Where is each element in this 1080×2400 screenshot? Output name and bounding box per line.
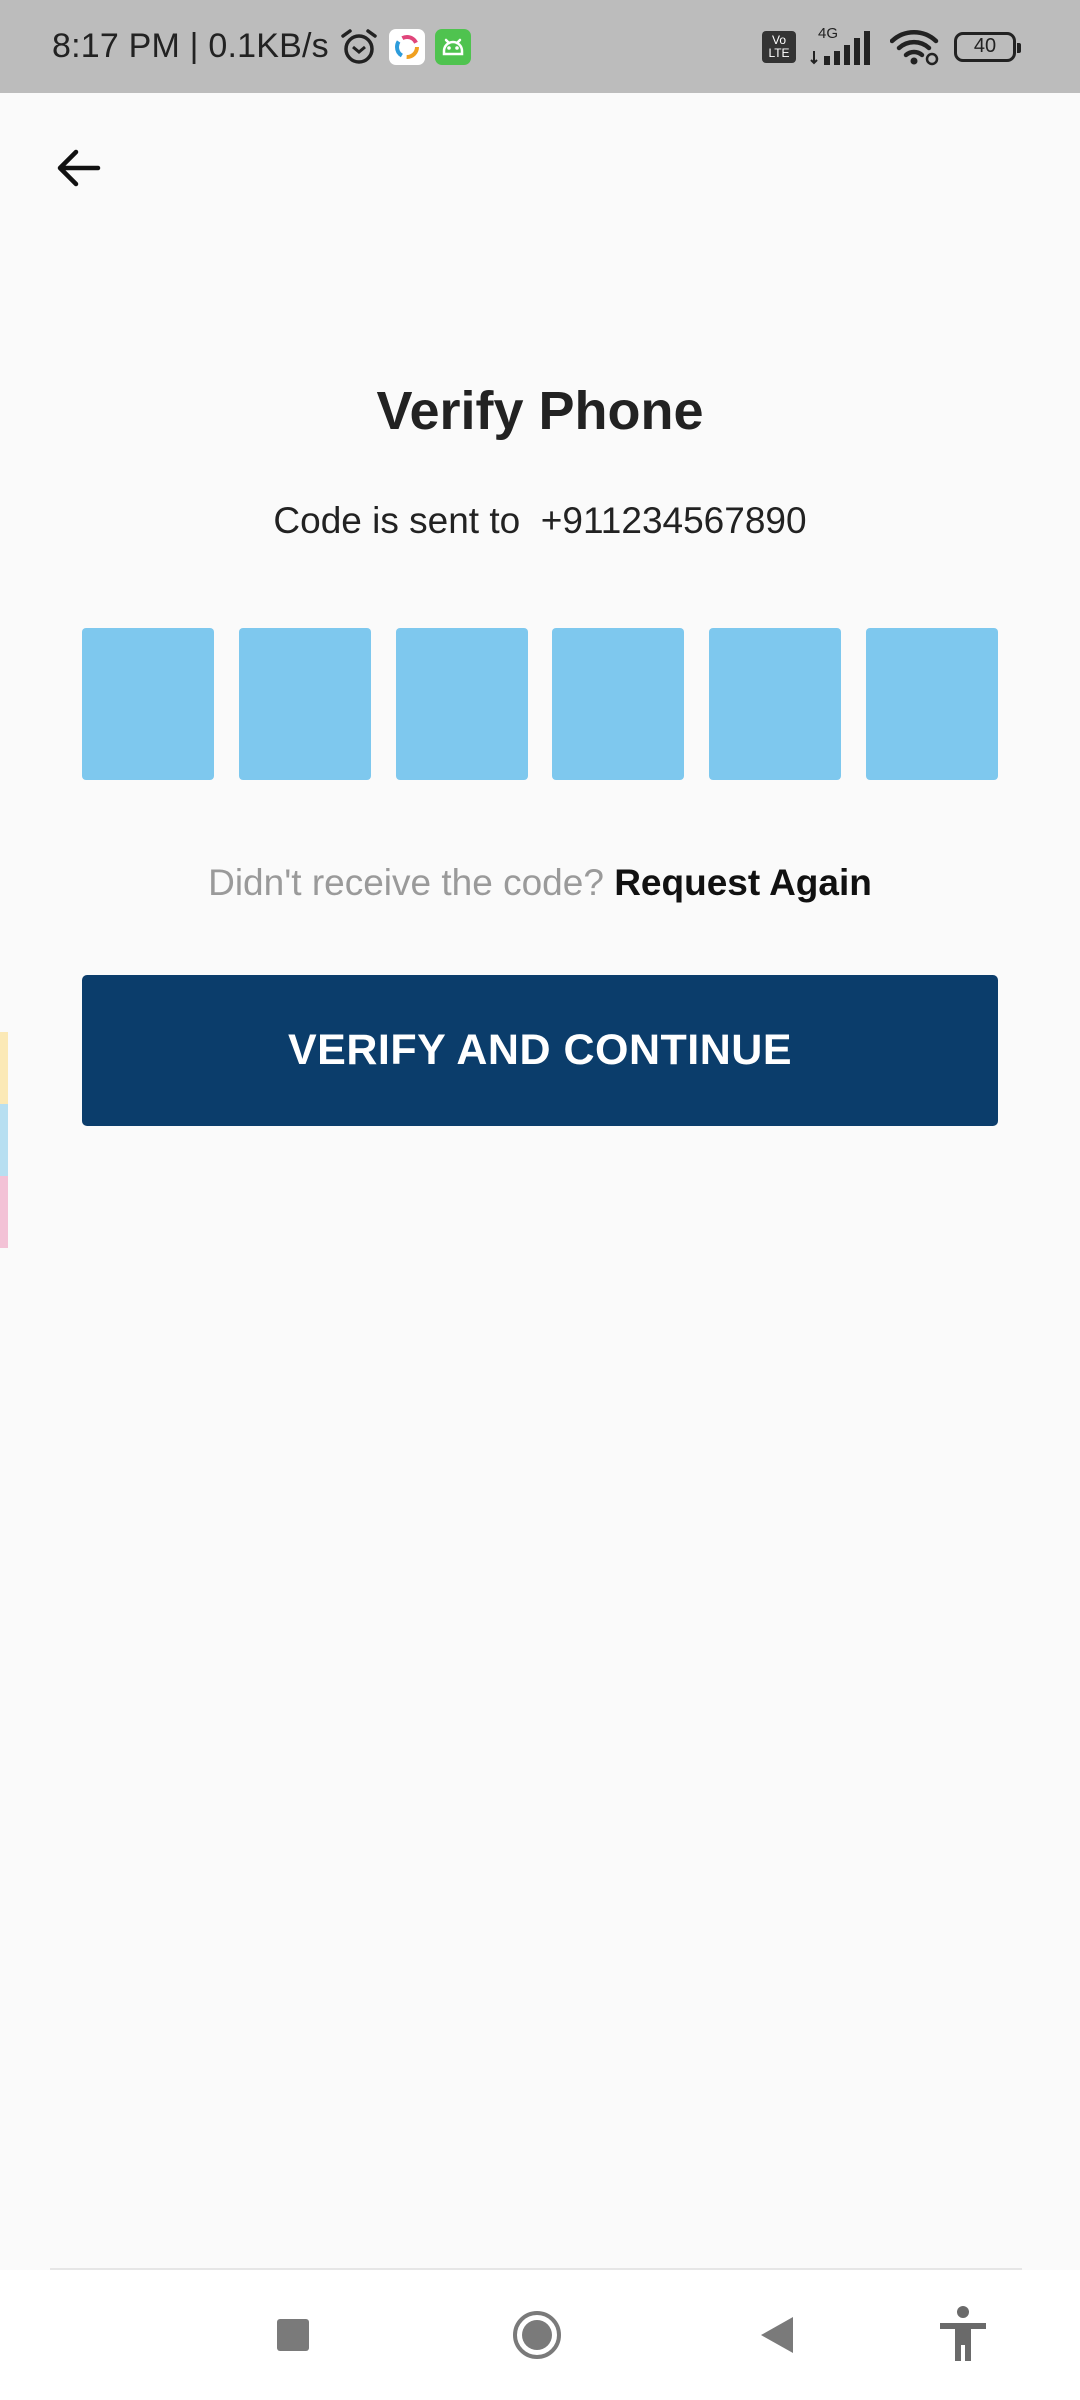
status-right: Vo LTE 4G 40 — [762, 0, 1021, 93]
recent-apps-button[interactable] — [248, 2270, 338, 2400]
home-button[interactable] — [492, 2270, 582, 2400]
accessibility-button[interactable] — [918, 2270, 1008, 2400]
edge-strip-pink — [0, 1176, 8, 1248]
battery-icon: 40 — [954, 31, 1021, 62]
back-triangle-icon — [761, 2317, 793, 2353]
android-robot-app-icon — [434, 28, 471, 65]
wifi-icon — [890, 29, 939, 65]
otp-input-row — [82, 628, 998, 780]
battery-level: 40 — [973, 35, 997, 57]
otp-digit-input[interactable] — [552, 628, 685, 780]
status-bar: 8:17 PM | 0.1KB/s Vo LTE 4G 40 — [0, 0, 1080, 93]
volte-label: Vo LTE — [768, 32, 790, 60]
status-time: 8:17 PM | 0.1KB/s — [52, 27, 329, 65]
back-button[interactable] — [44, 134, 112, 202]
sync-app-icon — [388, 28, 425, 65]
home-icon — [513, 2311, 561, 2359]
request-again-link[interactable]: Request Again — [614, 862, 872, 903]
resend-prompt: Didn't receive the code? — [208, 862, 615, 903]
recent-apps-icon — [277, 2319, 309, 2351]
resend-row: Didn't receive the code? Request Again — [0, 862, 1080, 904]
page-title: Verify Phone — [376, 381, 704, 441]
cellular-signal-icon: 4G — [810, 25, 876, 67]
otp-digit-input[interactable] — [82, 628, 214, 780]
volte-icon: Vo LTE — [762, 30, 796, 63]
code-sent-text: Code is sent to +911234567890 — [273, 500, 807, 541]
verify-and-continue-button[interactable]: VERIFY AND CONTINUE — [82, 975, 998, 1126]
system-back-button[interactable] — [732, 2270, 822, 2400]
status-left: 8:17 PM | 0.1KB/s — [52, 0, 471, 93]
otp-digit-input[interactable] — [395, 628, 528, 780]
otp-digit-input[interactable] — [709, 628, 842, 780]
edge-strip-blue — [0, 1104, 8, 1176]
navigation-bar — [0, 2270, 1080, 2400]
arrow-left-icon — [57, 149, 101, 187]
edge-strip-yellow — [0, 1032, 8, 1104]
accessibility-icon — [940, 2306, 986, 2361]
otp-digit-input[interactable] — [865, 628, 998, 780]
otp-digit-input[interactable] — [238, 628, 371, 780]
alarm-icon — [341, 28, 377, 64]
